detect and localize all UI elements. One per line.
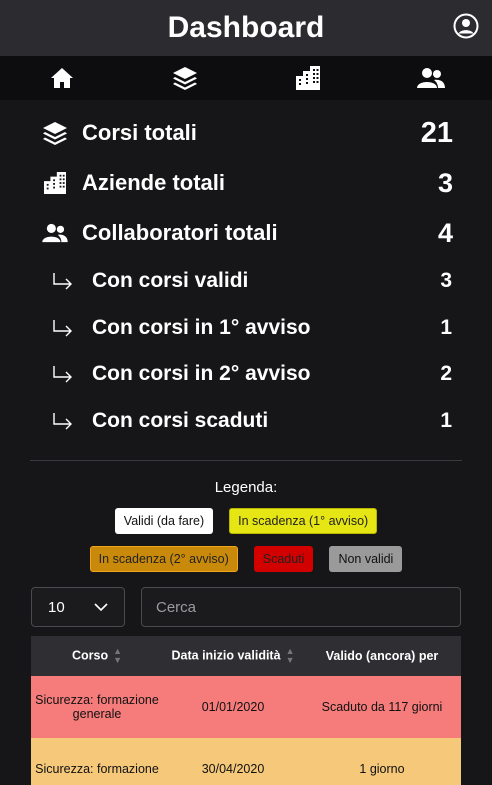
column-header-label: Data inizio validità	[171, 648, 281, 663]
sub-stat-row: Con corsi validi 3	[40, 258, 452, 305]
sub-stat-label: Con corsi in 2° avviso	[92, 362, 311, 386]
return-arrow-icon	[52, 412, 80, 430]
sub-stat-label: Con corsi in 1° avviso	[92, 315, 311, 339]
nav-bar	[0, 56, 492, 100]
page-title: Dashboard	[167, 11, 325, 44]
stat-courses-value: 21	[420, 116, 453, 149]
nav-layers-icon[interactable]	[155, 56, 215, 100]
cell-data: 30/04/2020	[163, 738, 303, 785]
column-header-data[interactable]: Data inizio validità ▲ ▼	[163, 636, 303, 676]
column-header-label: Valido (ancora) per	[325, 649, 439, 663]
divider	[30, 460, 462, 461]
table-row[interactable]: Sicurezza: formazione 30/04/2020 1 giorn…	[31, 738, 461, 785]
sub-stat-value: 3	[440, 269, 452, 293]
legend-badge-first-warning: In scadenza (1° avviso)	[229, 508, 378, 534]
cell-valido: 1 giorno	[303, 738, 461, 785]
page-size-value: 10	[48, 598, 65, 616]
sub-stat-label: Con corsi scaduti	[92, 408, 269, 432]
column-header-label: Corso	[71, 648, 109, 663]
column-header-corso[interactable]: Corso ▲ ▼	[31, 636, 163, 676]
stat-companies-value: 3	[437, 167, 453, 198]
stats-panel: Corsi totali 21 Aziende totali 3 Collabo…	[0, 100, 492, 444]
table-controls: 10	[0, 587, 492, 627]
return-arrow-icon	[52, 365, 80, 383]
cell-data: 01/01/2020	[163, 676, 303, 738]
sub-stat-label: Con corsi validi	[92, 269, 249, 293]
stat-companies-label: Aziende totali	[82, 170, 226, 195]
sub-stat-value: 1	[440, 315, 452, 339]
stat-collaborators: Collaboratori totali 4	[40, 208, 453, 258]
building-icon	[40, 168, 70, 198]
sort-icon: ▲ ▼	[285, 646, 295, 665]
sub-stat-row: Con corsi in 2° avviso 2	[40, 351, 452, 398]
cell-corso: Sicurezza: formazione generale	[31, 676, 163, 738]
sub-stat-value: 1	[440, 408, 452, 432]
nav-users-icon[interactable]	[401, 56, 461, 100]
legend-row: Validi (da fare) In scadenza (1° avviso)	[0, 508, 492, 534]
nav-home-icon[interactable]	[32, 56, 92, 100]
app-header: Dashboard	[0, 0, 492, 56]
cell-valido: Scaduto da 117 giorni	[303, 676, 461, 738]
sub-stat-value: 2	[440, 362, 452, 386]
column-header-valido[interactable]: Valido (ancora) per	[303, 636, 461, 676]
return-arrow-icon	[52, 319, 80, 337]
chevron-down-icon	[94, 602, 108, 611]
stat-collaborators-label: Collaboratori totali	[82, 220, 278, 245]
search-input[interactable]	[141, 587, 461, 627]
legend-badge-expired: Scaduti	[253, 546, 314, 572]
layers-icon	[40, 118, 70, 148]
sub-stat-row: Con corsi scaduti 1	[40, 398, 452, 445]
legend-badge-invalid: Non validi	[329, 546, 403, 572]
courses-table: Corso ▲ ▼ Data inizio validità ▲ ▼ Valido (a…	[31, 636, 461, 785]
legend-badge-valid: Validi (da fare)	[114, 508, 214, 534]
users-icon	[40, 218, 70, 248]
user-account-icon[interactable]	[452, 12, 480, 40]
sort-icon: ▲ ▼	[113, 646, 123, 665]
stat-companies: Aziende totali 3	[40, 158, 453, 208]
table-row[interactable]: Sicurezza: formazione generale 01/01/202…	[31, 676, 461, 738]
cell-corso: Sicurezza: formazione	[31, 738, 163, 785]
stat-courses-label: Corsi totali	[82, 120, 197, 145]
stat-courses: Corsi totali 21	[40, 108, 453, 158]
page-size-select[interactable]: 10	[31, 587, 125, 627]
sub-stat-row: Con corsi in 1° avviso 1	[40, 305, 452, 352]
legend-title: Legenda:	[214, 479, 278, 496]
legend-badge-second-warning: In scadenza (2° avviso)	[89, 546, 238, 572]
legend-row: In scadenza (2° avviso) Scaduti Non vali…	[0, 546, 492, 572]
stat-collaborators-value: 4	[437, 217, 453, 248]
return-arrow-icon	[52, 272, 80, 290]
nav-building-icon[interactable]	[278, 56, 338, 100]
